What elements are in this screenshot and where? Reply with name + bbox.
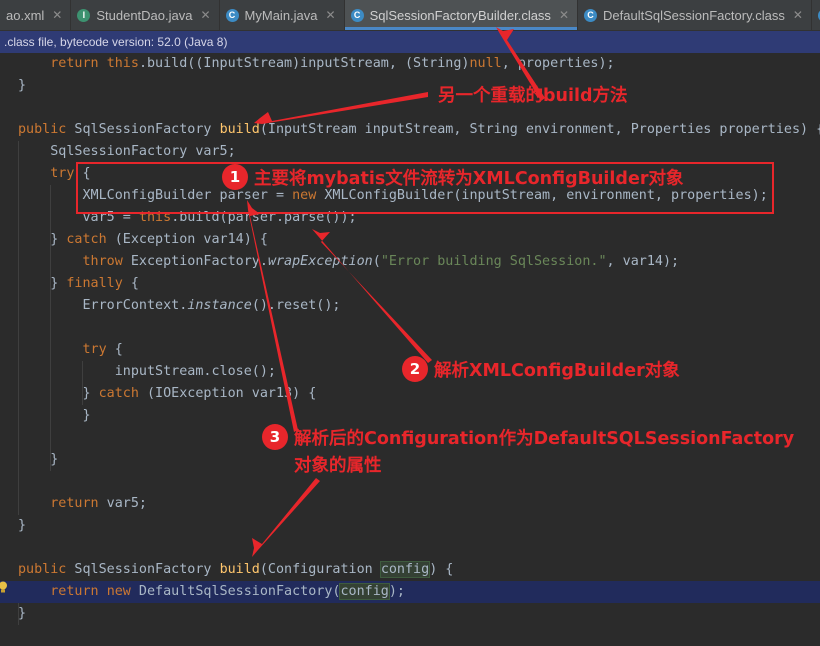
code-editor[interactable]: return this.build((InputStream)inputStre…	[0, 53, 820, 646]
class-file-icon	[350, 8, 364, 22]
tab-label: ao.xml	[6, 7, 45, 23]
tab-xm[interactable]: XM	[812, 0, 820, 30]
annotation-text: 解析后的Configuration作为DefaultSQLSessionFact…	[294, 429, 795, 449]
interface-icon	[77, 8, 91, 22]
code-line: ErrorContext.instance().reset();	[18, 298, 341, 313]
code-line: try {	[82, 342, 123, 357]
code-line: public SqlSessionFactory build(Configura…	[18, 561, 454, 578]
tab-sqlsessionfactorybuilder-class[interactable]: SqlSessionFactoryBuilder.class ✕	[344, 0, 578, 30]
tab-mymain-java[interactable]: MyMain.java ✕	[220, 0, 345, 30]
code-line: inputStream.close();	[18, 364, 276, 379]
close-icon[interactable]: ✕	[200, 8, 210, 22]
code-line: }	[18, 606, 27, 621]
step-number-badge: 2	[402, 356, 428, 382]
code-line: }	[18, 78, 27, 93]
tab-defaultsqlsessionfactory-class[interactable]: DefaultSqlSessionFactory.class ✕	[578, 0, 812, 30]
annotation-step-3: 3 解析后的Configuration作为DefaultSQLSessionFac…	[262, 424, 795, 452]
code-line: return this.build((InputStream)inputStre…	[50, 56, 615, 71]
annotation-text: 解析XMLConfigBuilder对象	[434, 361, 680, 381]
code-line: } catch (Exception var14) {	[18, 232, 268, 247]
code-line: throw ExceptionFactory.wrapException("Er…	[82, 254, 680, 269]
class-file-icon	[584, 8, 597, 22]
decompiled-info-bar: .class file, bytecode version: 52.0 (Jav…	[0, 31, 820, 53]
class-icon	[225, 8, 239, 22]
lightbulb-icon[interactable]	[0, 581, 8, 593]
code-line: return var5;	[50, 496, 147, 511]
step-number-badge: 3	[262, 424, 288, 450]
annotation-text: 主要将mybatis文件流转为XMLConfigBuilder对象	[254, 169, 684, 189]
editor-tab-bar: ao.xml ✕ StudentDao.java ✕ MyMain.java ✕…	[0, 0, 820, 31]
code-line: SqlSessionFactory var5;	[18, 144, 236, 159]
code-line: } catch (IOException var13) {	[18, 386, 317, 401]
tab-label: SqlSessionFactoryBuilder.class	[369, 7, 551, 23]
step-number-badge: 1	[222, 164, 248, 190]
close-icon[interactable]: ✕	[559, 8, 569, 22]
tab-label: MyMain.java	[244, 7, 318, 23]
tab-label: DefaultSqlSessionFactory.class	[603, 7, 785, 23]
tab-label: StudentDao.java	[96, 7, 193, 23]
close-icon[interactable]: ✕	[326, 8, 336, 22]
code-line: public SqlSessionFactory build(InputStre…	[18, 122, 820, 137]
annotation-step-1: 1 主要将mybatis文件流转为XMLConfigBuilder对象	[222, 164, 684, 192]
annotation-overloaded-build: 另一个重载的build方法	[438, 86, 628, 106]
code-line: } finally {	[18, 276, 139, 291]
code-line: }	[18, 518, 27, 533]
code-line: }	[18, 408, 91, 423]
code-line: }	[18, 452, 59, 467]
annotation-step-3-line-2: 对象的属性	[294, 456, 382, 476]
close-icon[interactable]: ✕	[52, 8, 62, 22]
tab-ao-xml[interactable]: ao.xml ✕	[0, 0, 72, 30]
code-line: return new DefaultSqlSessionFactory(conf…	[50, 583, 405, 600]
close-icon[interactable]: ✕	[793, 8, 803, 22]
tab-studentdao-java[interactable]: StudentDao.java ✕	[71, 0, 220, 30]
annotation-step-2: 2 解析XMLConfigBuilder对象	[402, 356, 680, 384]
